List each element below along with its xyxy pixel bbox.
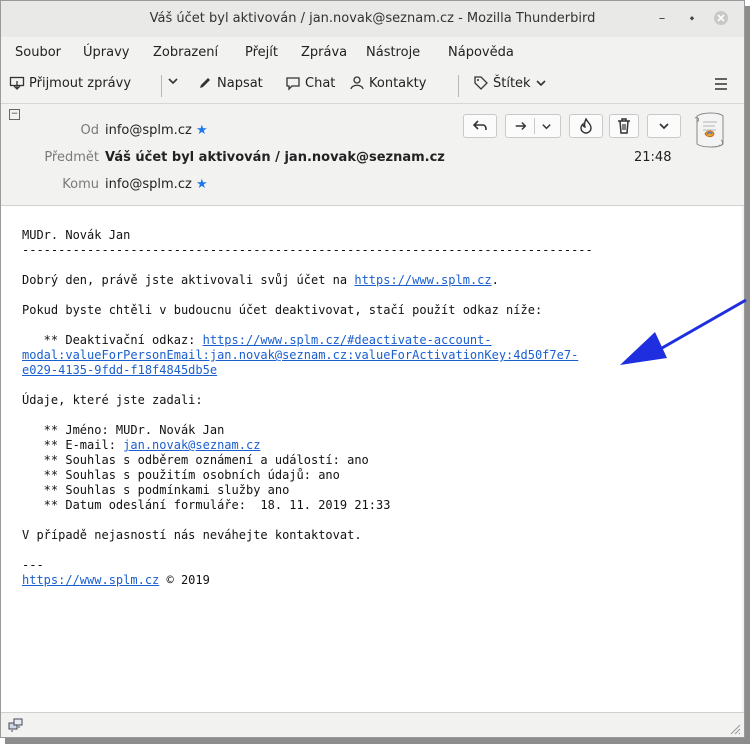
annotation-arrow — [620, 298, 747, 365]
